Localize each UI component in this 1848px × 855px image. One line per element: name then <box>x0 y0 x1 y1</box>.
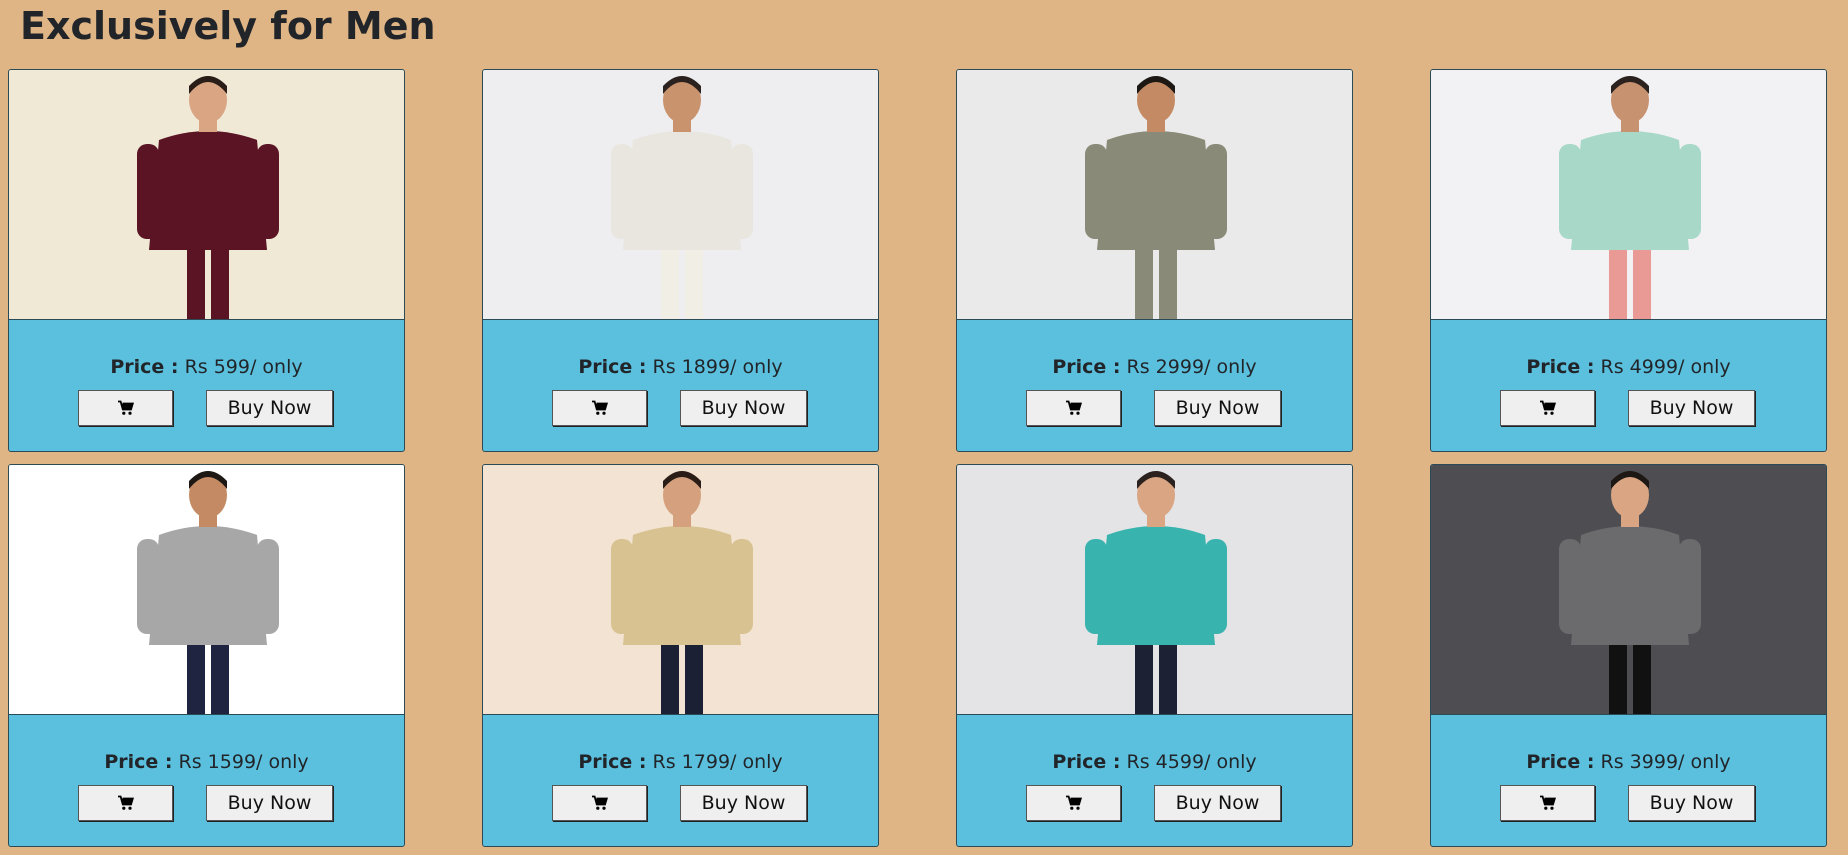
product-price: Price : Rs 1599/ only <box>9 750 404 774</box>
price-label: Price : <box>578 356 647 378</box>
product-card: Price : Rs 1799/ only Buy Now <box>482 464 879 847</box>
product-image[interactable] <box>9 70 404 320</box>
buy-now-button[interactable]: Buy Now <box>206 390 333 426</box>
product-price: Price : Rs 4599/ only <box>957 750 1352 774</box>
price-label: Price : <box>1526 751 1595 773</box>
product-image[interactable] <box>1431 70 1826 320</box>
cart-icon <box>1539 400 1556 415</box>
add-to-cart-button[interactable] <box>552 785 647 821</box>
price-value: Rs 4999/ only <box>1600 356 1731 378</box>
cart-icon <box>1065 795 1082 810</box>
product-image[interactable] <box>9 465 404 715</box>
cart-icon <box>117 400 134 415</box>
price-value: Rs 1899/ only <box>652 356 783 378</box>
product-card: Price : Rs 4599/ only Buy Now <box>956 464 1353 847</box>
product-image[interactable] <box>1431 465 1826 715</box>
product-price: Price : Rs 2999/ only <box>957 355 1352 379</box>
buy-now-button[interactable]: Buy Now <box>680 785 807 821</box>
price-label: Price : <box>1526 356 1595 378</box>
add-to-cart-button[interactable] <box>78 785 173 821</box>
buy-now-button[interactable]: Buy Now <box>1154 390 1281 426</box>
add-to-cart-button[interactable] <box>78 390 173 426</box>
cart-icon <box>117 795 134 810</box>
product-price: Price : Rs 4999/ only <box>1431 355 1826 379</box>
product-card: Price : Rs 4999/ only Buy Now <box>1430 69 1827 452</box>
product-card: Price : Rs 1899/ only Buy Now <box>482 69 879 452</box>
product-price: Price : Rs 1899/ only <box>483 355 878 379</box>
price-value: Rs 1599/ only <box>178 751 309 773</box>
price-label: Price : <box>110 356 179 378</box>
price-label: Price : <box>578 751 647 773</box>
cart-icon <box>591 795 608 810</box>
price-label: Price : <box>1052 751 1121 773</box>
buy-now-button[interactable]: Buy Now <box>1628 785 1755 821</box>
price-label: Price : <box>1052 356 1121 378</box>
price-value: Rs 4599/ only <box>1126 751 1257 773</box>
price-value: Rs 2999/ only <box>1126 356 1257 378</box>
product-image[interactable] <box>483 70 878 320</box>
add-to-cart-button[interactable] <box>1026 390 1121 426</box>
product-card: Price : Rs 3999/ only Buy Now <box>1430 464 1827 847</box>
buy-now-button[interactable]: Buy Now <box>680 390 807 426</box>
price-value: Rs 599/ only <box>184 356 303 378</box>
price-value: Rs 1799/ only <box>652 751 783 773</box>
cart-icon <box>591 400 608 415</box>
product-image[interactable] <box>957 70 1352 320</box>
cart-icon <box>1065 400 1082 415</box>
buy-now-button[interactable]: Buy Now <box>206 785 333 821</box>
add-to-cart-button[interactable] <box>1500 390 1595 426</box>
buy-now-button[interactable]: Buy Now <box>1628 390 1755 426</box>
product-card: Price : Rs 599/ only Buy Now <box>8 69 405 452</box>
page-title: Exclusively for Men <box>20 4 436 48</box>
price-label: Price : <box>104 751 173 773</box>
product-image[interactable] <box>483 465 878 715</box>
product-price: Price : Rs 1799/ only <box>483 750 878 774</box>
buy-now-button[interactable]: Buy Now <box>1154 785 1281 821</box>
product-card: Price : Rs 1599/ only Buy Now <box>8 464 405 847</box>
add-to-cart-button[interactable] <box>1026 785 1121 821</box>
product-price: Price : Rs 3999/ only <box>1431 750 1826 774</box>
cart-icon <box>1539 795 1556 810</box>
add-to-cart-button[interactable] <box>1500 785 1595 821</box>
price-value: Rs 3999/ only <box>1600 751 1731 773</box>
product-image[interactable] <box>957 465 1352 715</box>
add-to-cart-button[interactable] <box>552 390 647 426</box>
product-card: Price : Rs 2999/ only Buy Now <box>956 69 1353 452</box>
product-price: Price : Rs 599/ only <box>9 355 404 379</box>
